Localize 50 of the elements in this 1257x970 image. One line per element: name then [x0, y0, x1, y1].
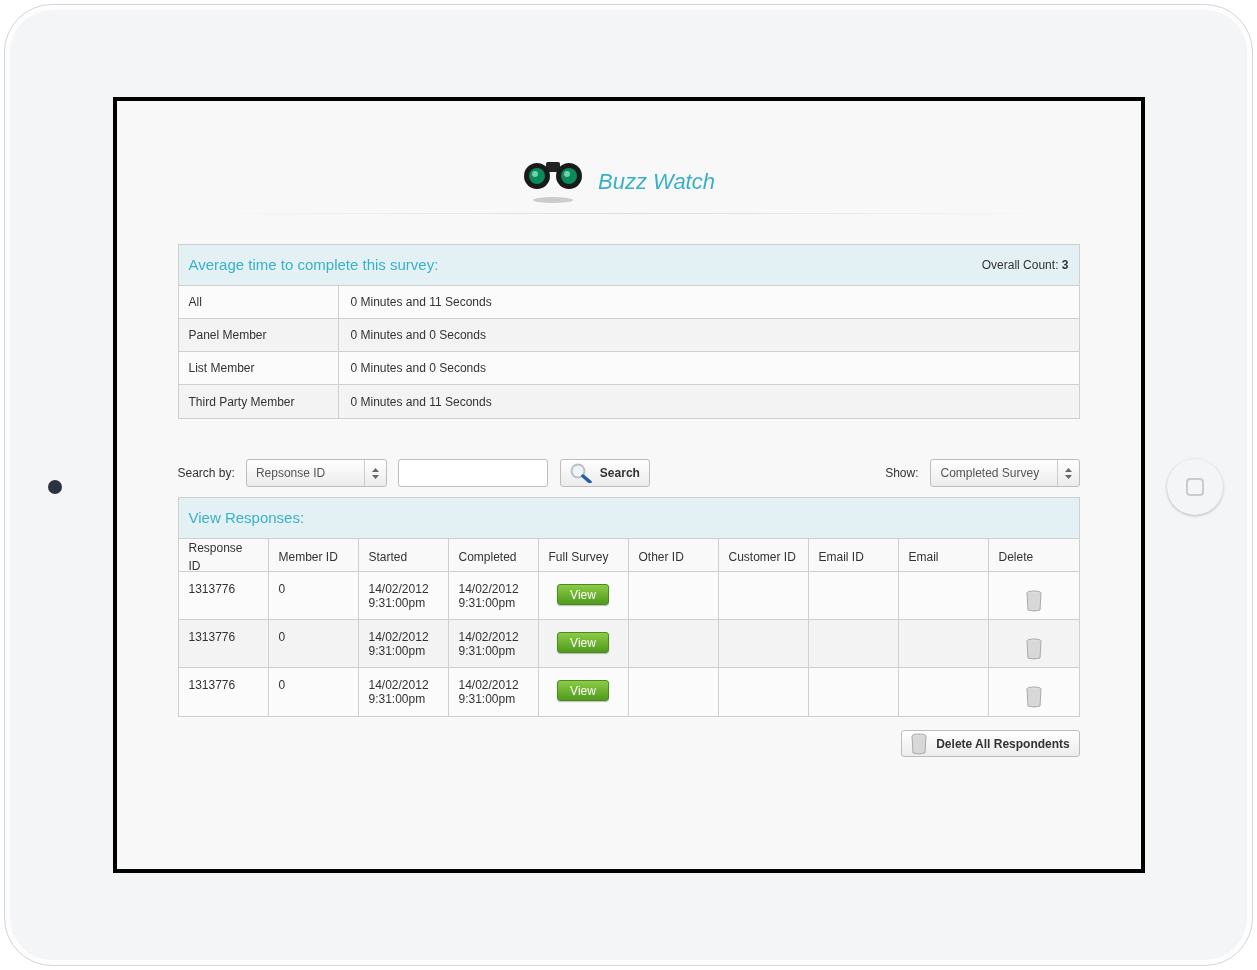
- summary-label: Third Party Member: [188, 393, 295, 411]
- search-by-label: Search by:: [177, 465, 235, 482]
- camera-icon: [48, 480, 62, 494]
- home-button[interactable]: [1167, 459, 1223, 515]
- table-cell: 1313776: [188, 678, 236, 692]
- column-header: Customer ID: [728, 549, 796, 566]
- search-field[interactable]: [397, 459, 548, 487]
- column-header: Completed: [458, 549, 517, 566]
- summary-value: 0 Minutes and 11 Seconds: [350, 294, 492, 311]
- column-header: Email ID: [818, 549, 864, 566]
- summary-label: Panel Member: [188, 327, 267, 344]
- column-header: Other ID: [638, 549, 684, 566]
- table-cell: 0: [278, 630, 286, 644]
- app-title: Buzz Watch: [598, 167, 715, 196]
- trash-icon[interactable]: [1024, 686, 1043, 708]
- table-cell: 1313776: [188, 630, 236, 644]
- summary-label: All: [188, 294, 202, 311]
- column-header: Email: [908, 549, 939, 566]
- search-icon: [569, 463, 592, 483]
- show-select[interactable]: Completed Survey: [929, 459, 1080, 487]
- responses-title: View Responses:: [188, 507, 305, 528]
- table-cell: 14/02/2012 9:31:00pm: [368, 582, 429, 610]
- summary-label: List Member: [188, 360, 255, 377]
- table-cell: 14/02/2012 9:31:00pm: [368, 678, 429, 706]
- table-cell: 14/02/2012 9:31:00pm: [458, 630, 519, 658]
- column-header: Started: [368, 549, 408, 566]
- trash-icon: [910, 732, 929, 755]
- table-cell: 14/02/2012 9:31:00pm: [458, 678, 519, 706]
- count-label: Overall Count:: [981, 258, 1059, 272]
- table-cell: 1313776: [188, 582, 236, 596]
- search-button[interactable]: Search: [559, 459, 650, 487]
- summary-value: 0 Minutes and 0 Seconds: [350, 360, 486, 377]
- summary-title: Average time to complete this survey:: [188, 254, 439, 275]
- summary-value: 0 Minutes and 11 Seconds: [350, 393, 492, 411]
- trash-icon[interactable]: [1024, 637, 1043, 660]
- table-cell: 14/02/2012 9:31:00pm: [368, 630, 429, 658]
- column-header: Delete: [998, 549, 1034, 566]
- trash-icon[interactable]: [1024, 589, 1043, 612]
- table-cell: 0: [278, 582, 286, 596]
- show-label: Show:: [885, 465, 919, 482]
- column-header: Member ID: [278, 549, 338, 566]
- table-cell: 14/02/2012 9:31:00pm: [458, 582, 519, 610]
- table-cell: 0: [278, 678, 286, 692]
- column-header: Response ID: [188, 540, 244, 575]
- square-icon: [1186, 478, 1204, 496]
- search-by-select[interactable]: Repsonse ID: [245, 459, 387, 487]
- delete-all-button[interactable]: Delete All Respondents: [900, 730, 1080, 757]
- summary-value: 0 Minutes and 0 Seconds: [350, 327, 486, 344]
- count-value: 3: [1061, 258, 1069, 272]
- column-header: Full Survey: [548, 549, 609, 566]
